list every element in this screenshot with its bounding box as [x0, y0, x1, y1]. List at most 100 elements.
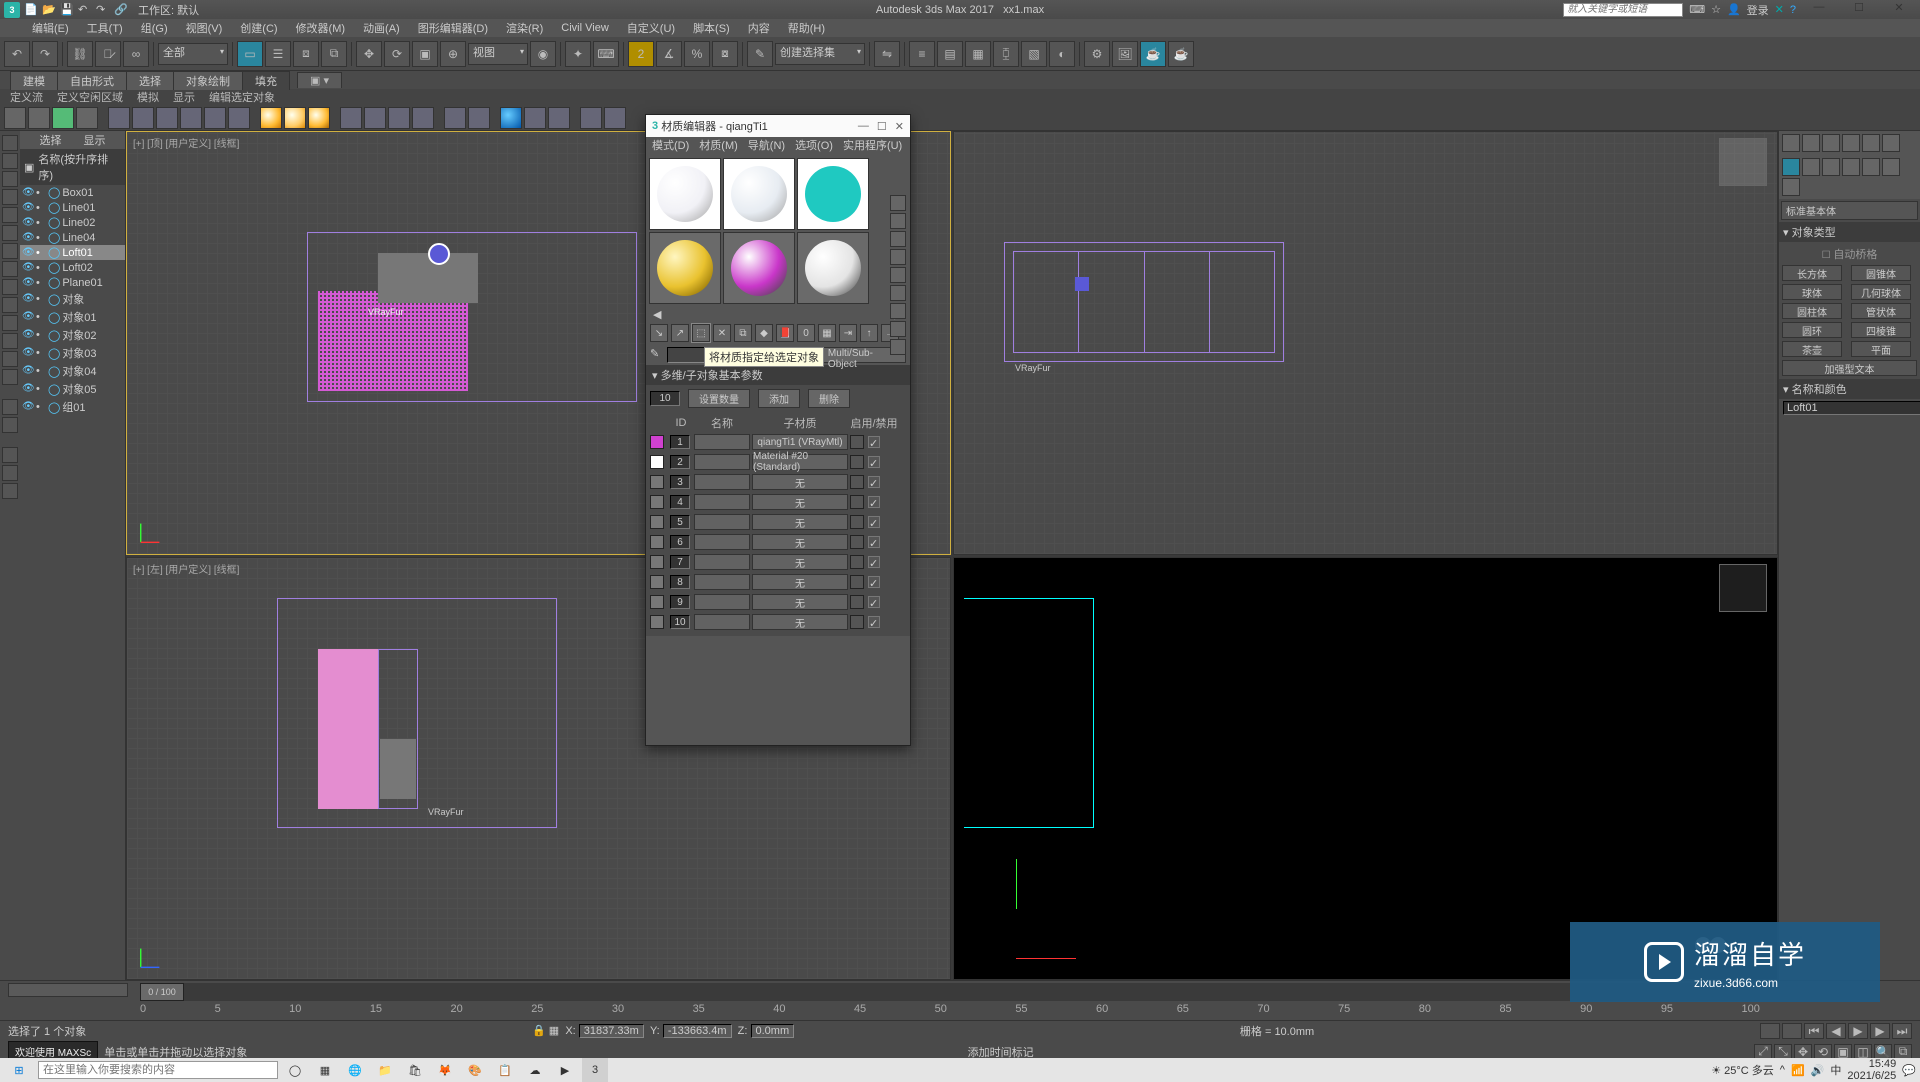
submat-name-button[interactable] — [694, 554, 750, 570]
ribbon-collapse-icon[interactable]: ▣ ▾ — [297, 72, 342, 88]
cp-hierarchy-tab[interactable] — [1822, 134, 1840, 152]
notes-icon[interactable]: 📋 — [492, 1058, 518, 1082]
me-matlib-icon[interactable] — [890, 339, 906, 355]
undo-button[interactable]: ↶ — [4, 41, 30, 67]
cp-modify-tab[interactable] — [1802, 134, 1820, 152]
row-preview-swatch[interactable] — [650, 435, 664, 449]
viewcube-persp[interactable] — [1719, 564, 1767, 612]
me-options-icon[interactable] — [890, 303, 906, 319]
sphere-preset-icon[interactable] — [500, 107, 522, 129]
submat-name-button[interactable] — [694, 474, 750, 490]
paint-icon[interactable]: 🎨 — [462, 1058, 488, 1082]
visibility-icon[interactable]: 👁 — [22, 311, 34, 323]
play-next-button[interactable]: ▶ — [1870, 1023, 1890, 1039]
notification-icon[interactable]: 💬 — [1902, 1064, 1916, 1077]
play-start-button[interactable]: ⏮ — [1804, 1023, 1824, 1039]
cp-utilities-tab[interactable] — [1882, 134, 1900, 152]
link-icon[interactable]: 🔗 — [114, 3, 128, 17]
scene-item[interactable]: 👁•◯Loft02 — [20, 260, 125, 275]
ls-scale-icon[interactable] — [2, 261, 18, 277]
palette-btn-3[interactable] — [52, 107, 74, 129]
subtab-simulate[interactable]: 模拟 — [137, 89, 159, 105]
material-slot[interactable] — [723, 232, 795, 304]
snap-percent-button[interactable]: % — [684, 41, 710, 67]
scene-item[interactable]: 👁•◯Loft01 — [20, 245, 125, 260]
submat-type-button[interactable]: 无 — [752, 594, 848, 610]
lock-selection-icon[interactable]: 🔒 — [532, 1025, 546, 1037]
redo-icon[interactable]: ↷ — [96, 3, 110, 17]
select-button[interactable]: ▭ — [237, 41, 263, 67]
submat-enable-checkbox[interactable]: ✓ — [868, 496, 880, 508]
submat-color-swatch[interactable] — [850, 515, 864, 529]
submat-enable-checkbox[interactable]: ✓ — [868, 596, 880, 608]
scene-item[interactable]: 👁•◯Line04 — [20, 230, 125, 245]
me-close-button[interactable]: ✕ — [895, 120, 904, 133]
palette-compound-icon[interactable] — [204, 107, 226, 129]
visibility-icon[interactable]: 👁 — [22, 293, 34, 305]
ls-arrow-icon[interactable] — [2, 207, 18, 223]
freeze-icon[interactable]: • — [36, 329, 46, 341]
subtab-idle[interactable]: 定义空闲区域 — [57, 89, 123, 105]
submat-enable-checkbox[interactable]: ✓ — [868, 536, 880, 548]
geometry-icon[interactable] — [1782, 158, 1800, 176]
submat-name-button[interactable] — [694, 514, 750, 530]
submat-type-button[interactable]: 无 — [752, 534, 848, 550]
submat-type-button[interactable]: 无 — [752, 614, 848, 630]
submat-name-button[interactable] — [694, 494, 750, 510]
ls-extrude-icon[interactable] — [2, 279, 18, 295]
ls-outline-icon[interactable] — [2, 333, 18, 349]
material-slot[interactable] — [723, 158, 795, 230]
geom-category-dropdown[interactable]: 标准基本体 — [1781, 201, 1918, 220]
freeze-icon[interactable]: • — [36, 187, 46, 199]
pivot-button[interactable]: ◉ — [530, 41, 556, 67]
scene-item[interactable]: 👁•◯对象04 — [20, 362, 125, 380]
palette-particle-icon[interactable] — [228, 107, 250, 129]
tab-freeform[interactable]: 自由形式 — [57, 71, 127, 90]
ls-sort-icon[interactable] — [2, 465, 18, 481]
maximize-button[interactable]: ☐ — [1842, 1, 1876, 19]
material-slot[interactable] — [649, 232, 721, 304]
unlink-button[interactable]: ⛓̷ — [95, 41, 121, 67]
palette-xform-icon[interactable] — [132, 107, 154, 129]
cp-create-tab[interactable] — [1782, 134, 1800, 152]
systems-icon[interactable] — [1782, 178, 1800, 196]
explorer-icon[interactable]: 📁 — [372, 1058, 398, 1082]
hotkey-icon[interactable]: ⌨ — [1689, 3, 1705, 16]
save-icon[interactable]: 💾 — [60, 3, 74, 17]
freeze-icon[interactable]: • — [36, 277, 46, 289]
palette-lock-icon[interactable] — [108, 107, 130, 129]
me-menu-material[interactable]: 材质(M) — [699, 137, 738, 155]
helpers-icon[interactable] — [1862, 158, 1880, 176]
submat-color-swatch[interactable] — [850, 535, 864, 549]
row-preview-swatch[interactable] — [650, 595, 664, 609]
viewport-front[interactable]: VRayFur — [953, 131, 1778, 555]
submat-id-input[interactable] — [670, 595, 690, 609]
spacewarps-icon[interactable] — [1882, 158, 1900, 176]
select-region-button[interactable]: ⧈ — [293, 41, 319, 67]
submat-enable-checkbox[interactable]: ✓ — [868, 576, 880, 588]
cortana-icon[interactable]: ▦ — [312, 1058, 338, 1082]
freeze-icon[interactable]: • — [36, 247, 46, 259]
help-search-input[interactable] — [1563, 3, 1683, 17]
tray-chevron-icon[interactable]: ^ — [1780, 1064, 1785, 1076]
menu-create[interactable]: 创建(C) — [232, 20, 285, 36]
submat-id-input[interactable] — [670, 515, 690, 529]
x-coord-field[interactable]: 31837.33m — [579, 1024, 644, 1038]
scale-button[interactable]: ▣ — [412, 41, 438, 67]
submat-name-button[interactable] — [694, 614, 750, 630]
scene-item[interactable]: 👁•◯对象05 — [20, 380, 125, 398]
me-select-by-mat-icon[interactable] — [890, 321, 906, 337]
me-menu-mode[interactable]: 模式(D) — [652, 137, 689, 155]
submat-color-swatch[interactable] — [850, 435, 864, 449]
helper-icon[interactable] — [364, 107, 386, 129]
firefox-icon[interactable]: 🦊 — [432, 1058, 458, 1082]
me-setcount-button[interactable]: 设置数量 — [688, 389, 750, 408]
submat-id-input[interactable] — [670, 455, 690, 469]
ls-list-icon[interactable] — [2, 417, 18, 433]
scene-col-select[interactable]: 选择 — [34, 132, 68, 148]
time-slider[interactable]: 0 / 100 — [140, 983, 1760, 1001]
submat-enable-checkbox[interactable]: ✓ — [868, 616, 880, 628]
spot-light-icon[interactable] — [308, 107, 330, 129]
menu-civilview[interactable]: Civil View — [553, 22, 616, 34]
submat-type-button[interactable]: 无 — [752, 574, 848, 590]
